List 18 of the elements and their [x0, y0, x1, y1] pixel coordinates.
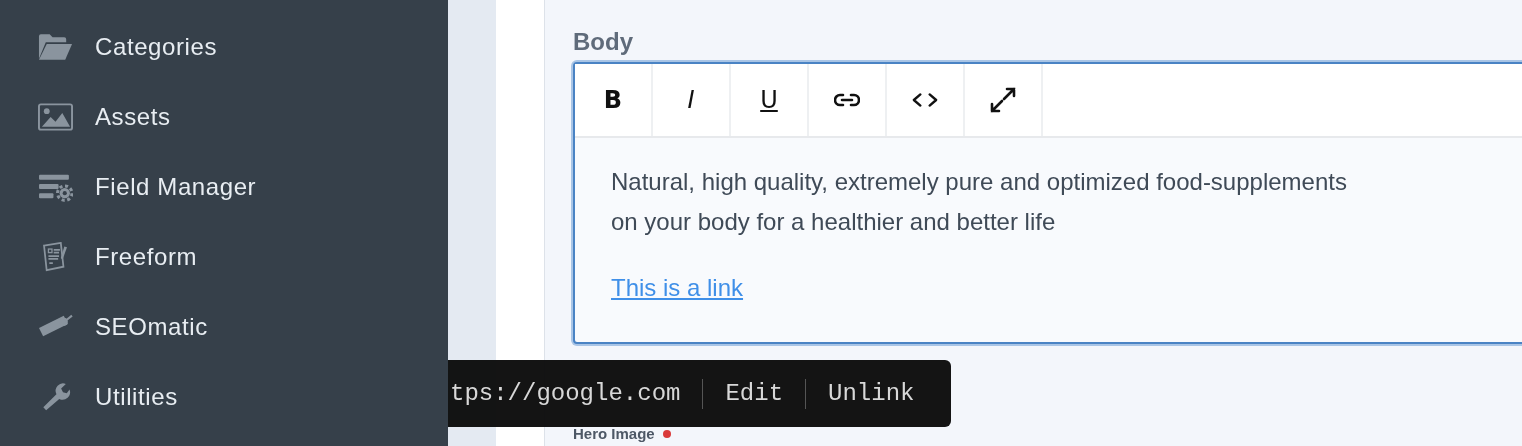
- rich-text-editor[interactable]: B I U Natural, high quality, extremely pure and optimized food-supplements on your body for a healthier and better life This is a link: [573, 62, 1522, 344]
- body-text: on your body for a healthier and better life: [611, 207, 1057, 237]
- folder-icon: [38, 32, 73, 62]
- image-icon: [38, 102, 73, 132]
- sidebar-item[interactable]: Field Manager: [0, 152, 448, 222]
- expand-icon: [990, 87, 1016, 113]
- sidebar-item[interactable]: Categories: [0, 12, 448, 82]
- link-url[interactable]: tps://google.com: [450, 380, 681, 407]
- tooltip-action[interactable]: Edit: [725, 380, 784, 407]
- sidebar-item[interactable]: Freeform: [0, 222, 448, 292]
- body-text: Natural, high quality, extremely pure and optimized food-supplements: [611, 167, 1348, 197]
- fields-gear-icon: [38, 172, 73, 202]
- sidebar-item[interactable]: Assets: [0, 82, 448, 152]
- sidebar-item[interactable]: SEOmatic: [0, 292, 448, 362]
- field-label: Hero Image: [573, 425, 655, 442]
- sidebar-item[interactable]: Utilities: [0, 362, 448, 432]
- tooltip-action[interactable]: Unlink: [828, 380, 915, 407]
- field-label: Body: [573, 28, 634, 57]
